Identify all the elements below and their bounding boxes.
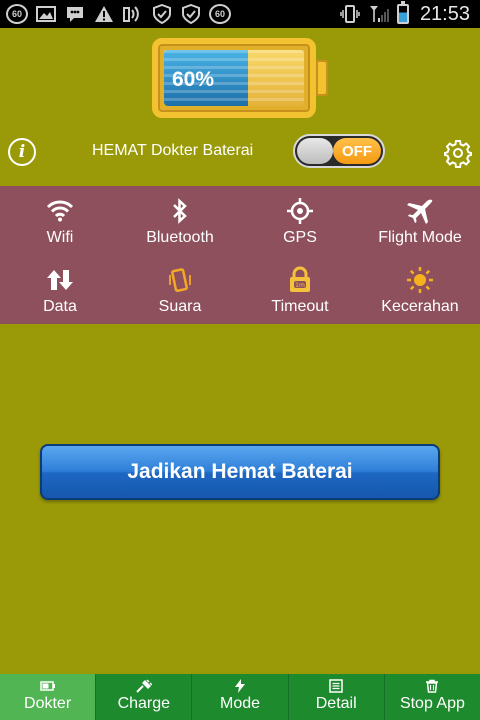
qs-label: Flight Mode	[378, 229, 462, 246]
vibrate-icon	[339, 4, 361, 24]
qs-label: Kecerahan	[381, 298, 459, 315]
lightning-icon	[232, 679, 248, 693]
phone-vibrate-icon	[165, 265, 195, 295]
gps-icon	[285, 196, 315, 226]
plug-icon	[136, 679, 152, 693]
qs-wifi[interactable]: Wifi	[0, 186, 120, 255]
qs-brightness[interactable]: Kecerahan	[360, 255, 480, 324]
data-arrows-icon	[45, 265, 75, 295]
toggle-state-label: OFF	[333, 138, 381, 164]
notification-badge-icon: 60	[209, 4, 231, 24]
qs-sound[interactable]: Suara	[120, 255, 240, 324]
signal-icon	[368, 4, 390, 24]
battery-level-indicator: 60%	[152, 38, 328, 118]
qs-bluetooth[interactable]: Bluetooth	[120, 186, 240, 255]
airplane-icon	[405, 196, 435, 226]
battery-body: 60%	[152, 38, 316, 118]
qs-label: Data	[43, 298, 77, 315]
shield-icon	[151, 4, 173, 24]
image-icon	[35, 4, 57, 24]
tab-mode[interactable]: Mode	[192, 674, 289, 720]
qs-timeout[interactable]: 1m Timeout	[240, 255, 360, 324]
optimize-battery-button[interactable]: Jadikan Hemat Baterai	[40, 444, 440, 500]
app-title: HEMAT Dokter Baterai	[92, 142, 254, 159]
bottom-tab-bar: Dokter Charge Mode Detail Stop App	[0, 674, 480, 720]
battery-cap	[316, 60, 328, 96]
notification-badge-icon: 60	[6, 4, 28, 24]
trash-icon	[424, 679, 440, 693]
qs-label: Bluetooth	[146, 229, 214, 246]
tab-detail[interactable]: Detail	[289, 674, 385, 720]
bbm-icon	[64, 4, 86, 24]
qs-label: Wifi	[46, 229, 74, 246]
hotspot-icon	[122, 4, 144, 24]
qs-label: Timeout	[271, 298, 329, 315]
tab-dokter[interactable]: Dokter	[0, 674, 97, 720]
wifi-icon	[45, 196, 75, 226]
shield-icon	[180, 4, 202, 24]
status-bar: 60 60 21:53	[0, 0, 480, 28]
header-row: i HEMAT Dokter Baterai OFF	[0, 130, 480, 174]
tab-label: Stop App	[399, 695, 465, 712]
list-icon	[328, 679, 344, 693]
bluetooth-icon	[165, 196, 195, 226]
quick-settings-panel: Wifi Bluetooth GPS Flight Mode Data Suar…	[0, 186, 480, 324]
saver-toggle[interactable]: OFF	[293, 134, 385, 168]
tab-stop-app[interactable]: Stop App	[385, 674, 480, 720]
gear-icon[interactable]	[443, 138, 473, 168]
lock-timer-icon: 1m	[285, 265, 315, 295]
qs-label: GPS	[283, 229, 317, 246]
tab-label: Mode	[219, 695, 261, 712]
sun-icon	[405, 265, 435, 295]
svg-text:1m: 1m	[295, 282, 305, 289]
battery-icon	[39, 679, 56, 693]
battery-percent-label: 60%	[172, 68, 215, 91]
tab-label: Detail	[315, 695, 357, 712]
info-icon[interactable]: i	[8, 138, 36, 166]
tab-label: Dokter	[24, 695, 72, 712]
battery-status-icon	[396, 1, 409, 24]
qs-label: Suara	[158, 298, 202, 315]
qs-flight-mode[interactable]: Flight Mode	[360, 186, 480, 255]
toggle-knob	[297, 138, 333, 164]
tab-charge[interactable]: Charge	[96, 674, 193, 720]
tab-label: Charge	[117, 695, 171, 712]
qs-gps[interactable]: GPS	[240, 186, 360, 255]
qs-data[interactable]: Data	[0, 255, 120, 324]
clock: 21:53	[419, 2, 470, 25]
warning-icon	[93, 4, 115, 24]
